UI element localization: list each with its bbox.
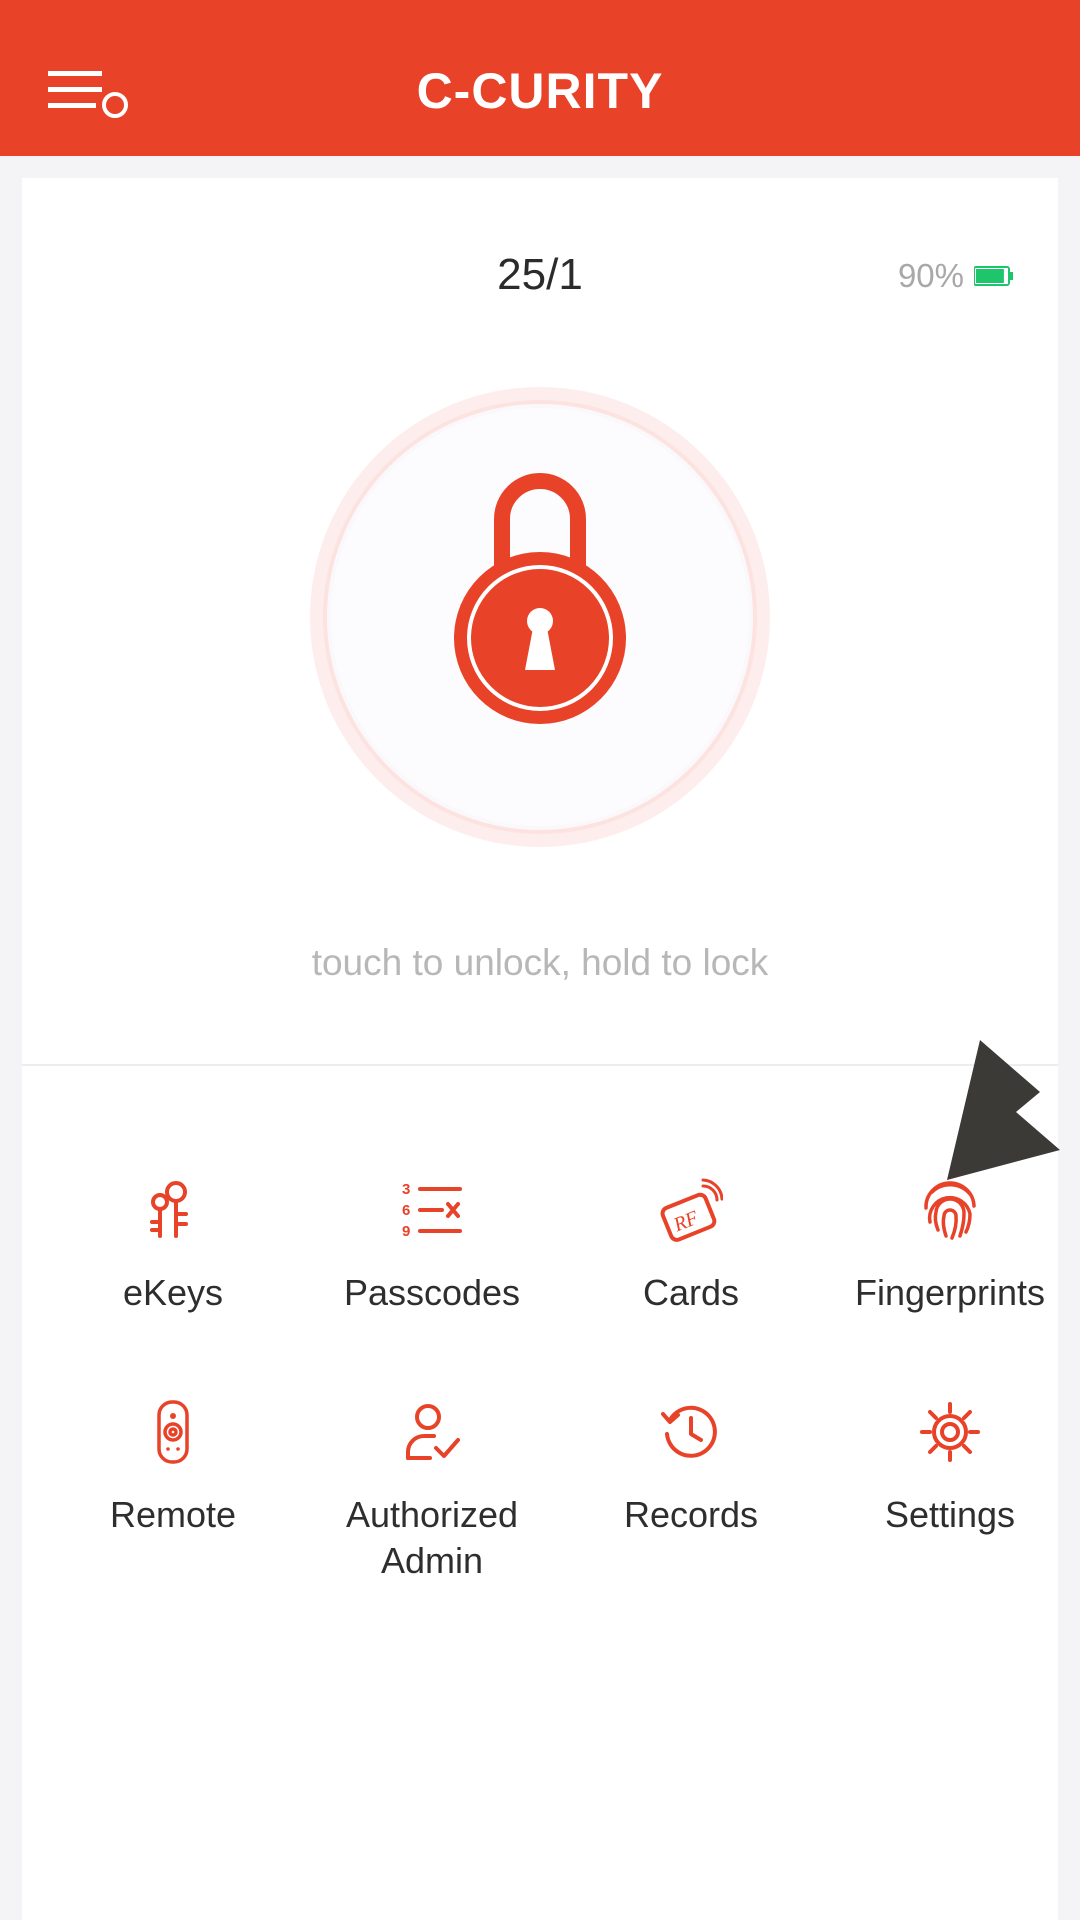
battery-percentage: 90%: [897, 257, 964, 294]
menu-item-ekeys[interactable]: eKeys: [44, 1178, 302, 1316]
menu-item-label: Remote: [109, 1494, 237, 1535]
menu-item-remote[interactable]: Remote: [44, 1400, 302, 1538]
battery-status: 90%: [898, 256, 1014, 296]
divider: [22, 1064, 1058, 1066]
passcodes-icon: 3 6 9: [402, 1181, 462, 1240]
menu-item-cards[interactable]: RF Cards: [562, 1178, 820, 1316]
menu-item-label: Cards: [642, 1272, 740, 1313]
top-bar: C-CURITY: [0, 0, 1080, 156]
annotation-arrow-icon: [947, 1040, 1060, 1180]
battery-icon: [974, 266, 1013, 286]
menu-item-settings[interactable]: Settings: [821, 1400, 1079, 1538]
app-title: C-CURITY: [416, 63, 664, 119]
padlock-icon: [310, 387, 770, 847]
unlock-button[interactable]: [297, 374, 783, 860]
authorized-admin-icon: [406, 1404, 460, 1460]
rf-card-icon: RF: [660, 1178, 723, 1242]
remote-icon: [157, 1400, 189, 1464]
menu-item-authorized-admin[interactable]: Authorized Admin: [303, 1400, 561, 1584]
svg-text:9: 9: [402, 1223, 410, 1240]
menu-item-fingerprints[interactable]: Fingerprints: [821, 1178, 1079, 1316]
menu-item-label: Authorized Admin: [345, 1494, 519, 1581]
menu-item-label: Settings: [884, 1494, 1016, 1535]
svg-text:6: 6: [402, 1202, 410, 1219]
menu-item-label: Passcodes: [343, 1272, 521, 1313]
svg-text:3: 3: [402, 1181, 410, 1198]
menu-item-label: eKeys: [122, 1272, 224, 1313]
ekeys-icon: [150, 1181, 188, 1238]
records-icon: [661, 1405, 717, 1458]
settings-icon: [920, 1402, 980, 1462]
lock-hint: touch to unlock, hold to lock: [311, 942, 769, 983]
menu-item-records[interactable]: Records: [562, 1400, 820, 1538]
menu-item-label: Fingerprints: [854, 1272, 1046, 1313]
menu-item-passcodes[interactable]: 3 6 9 Passcodes: [303, 1178, 561, 1316]
lock-card: 25/1 90% touch to unlock, hold to lock e…: [22, 178, 1058, 1920]
menu-item-label: Records: [623, 1494, 759, 1535]
